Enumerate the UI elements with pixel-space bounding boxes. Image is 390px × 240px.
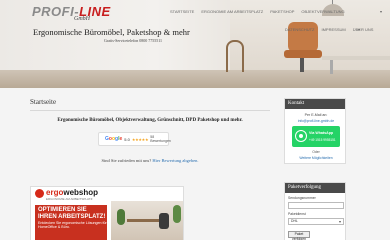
- review-prompt: Sind Sie zufrieden mit uns? Hier Bewertu…: [30, 158, 270, 163]
- carrier-label: Paketdienst: [288, 212, 306, 216]
- mail-link[interactable]: info@profi-line-gmbh.de: [285, 119, 347, 123]
- mail-label: Per E-Mail an:: [304, 113, 328, 117]
- service-phone: Gratis-Servicetelefon 0800 7755511: [104, 38, 163, 43]
- ergowebshop-logo-icon: [35, 189, 44, 198]
- tracking-number-input[interactable]: [288, 202, 344, 209]
- office-chair-leg: [300, 58, 304, 72]
- carrier-select[interactable]: DHL: [288, 218, 344, 225]
- banner-subtitle: ERGONOMIE AM ARBEITSPLATZ: [46, 197, 93, 201]
- contact-heading: Kontakt: [285, 99, 345, 109]
- logo-text-profi: PROFI-: [32, 4, 80, 19]
- plant-icon: [117, 209, 125, 225]
- whatsapp-label: Via WhatsApp: [309, 131, 334, 135]
- site-logo[interactable]: PROFI-LINE GmbH: [32, 3, 111, 22]
- whatsapp-button[interactable]: Via WhatsApp +49 1515 9955151: [292, 126, 340, 147]
- chevron-down-icon[interactable]: ▾: [358, 27, 360, 32]
- nav-paketshop[interactable]: PAKETSHOP: [270, 9, 294, 14]
- lead-text: Ergonomische Büromöbel, Objektverwaltung…: [57, 118, 243, 123]
- tracking-heading: Paketverfolgung: [285, 183, 345, 193]
- whatsapp-icon: [295, 130, 307, 142]
- banner-text: Entdecken Sie ergonomische Lösungen für …: [38, 221, 107, 230]
- nav-datenschutz[interactable]: DATENSCHUTZ: [285, 27, 314, 32]
- plant-icon: [173, 205, 181, 223]
- tracking-number-label: Sendungsnummer: [288, 196, 316, 200]
- header-hero: PROFI-LINE GmbH Ergonomische Büromöbel, …: [0, 0, 390, 88]
- main-content: Startseite Ergonomische Büromöbel, Objek…: [30, 98, 270, 240]
- nav-ueber-uns[interactable]: ÜBER UNS: [353, 27, 374, 32]
- nav-objektverwaltung[interactable]: OBJEKTVERWALTUNG: [301, 9, 344, 14]
- google-reviews-widget[interactable]: Google 5.0 ★★★★★ 58 Bewertungen: [98, 132, 171, 146]
- page-title: Startseite: [30, 98, 57, 106]
- banner-chair: [159, 213, 169, 229]
- review-link[interactable]: Hier Bewertung abgeben.: [152, 158, 198, 163]
- chevron-down-icon[interactable]: ▾: [380, 9, 382, 14]
- office-chair-seat: [284, 50, 322, 58]
- banner-callout: OPTIMIEREN SIE IHREN ARBEITSPLATZ!: [38, 207, 106, 220]
- whatsapp-number: +49 1515 9955151: [309, 138, 336, 142]
- logo-script: GmbH: [74, 16, 90, 22]
- desk-leg: [330, 60, 333, 74]
- title-divider: [30, 110, 270, 111]
- review-question: Sind Sie zufrieden mit uns?: [101, 158, 152, 163]
- tracking-box: Paketverfolgung Sendungsnummer Paketdien…: [284, 182, 346, 240]
- google-logo: Google: [105, 136, 123, 142]
- track-parcel-button[interactable]: Paket verfolgen: [288, 231, 310, 240]
- star-rating-icon: ★★★★★: [131, 136, 149, 142]
- contact-box: Kontakt Per E-Mail an: info@profi-line-g…: [284, 98, 346, 164]
- site-tagline: Ergonomische Büromöbel, Paketshop & mehr: [33, 27, 190, 37]
- review-score: 5.0: [124, 136, 130, 142]
- nav-ergonomie[interactable]: ERGONOMIE AM ARBEITSPLATZ: [201, 9, 263, 14]
- wooden-chair-icon: [226, 40, 244, 72]
- oder-text: Oder: [312, 150, 320, 154]
- ergowebshop-banner[interactable]: ergowebshop ERGONOMIE AM ARBEITSPLATZ OP…: [30, 186, 184, 240]
- more-options-link[interactable]: Weitere Möglichkeiten: [285, 156, 347, 160]
- banner-brand: ergowebshop: [46, 188, 99, 197]
- nav-startseite[interactable]: STARTSEITE: [170, 9, 194, 14]
- nav-impressum[interactable]: IMPRESSUM: [321, 27, 345, 32]
- main-nav: STARTSEITE ERGONOMIE AM ARBEITSPLATZ PAK…: [170, 9, 388, 39]
- review-count: 58 Bewertungen: [150, 135, 171, 143]
